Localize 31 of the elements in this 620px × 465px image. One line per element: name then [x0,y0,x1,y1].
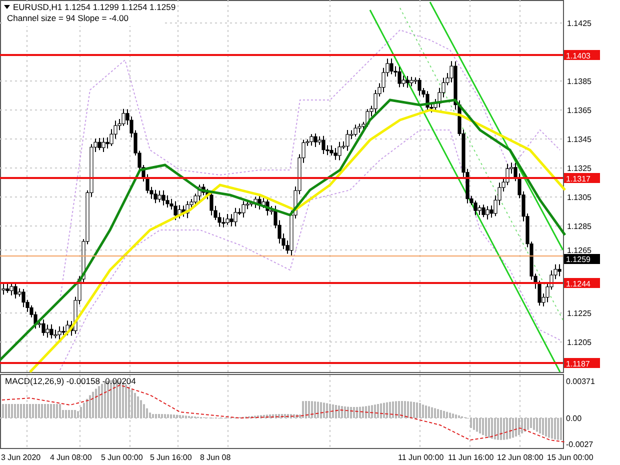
level-label: 1.1403 [564,50,600,60]
price-tick: 1.1205 [567,338,592,347]
time-label: 5 Jun 16:00 [150,453,192,462]
price-tick: 1.1265 [567,246,592,255]
level-label: 1.1244 [564,278,600,288]
current-price-label: 1.1259 [564,254,600,264]
price-tick: 1.1345 [567,135,592,144]
price-tick: 1.1425 [567,19,592,28]
dropdown-triangle-icon [4,5,10,9]
macd-tick: -0.0027 [566,440,594,449]
time-label: 11 Jun 16:00 [448,453,494,462]
time-label: 5 Jun 00:00 [101,453,143,462]
price-tick: 1.1285 [567,222,592,231]
price-tick: 1.1305 [567,193,592,202]
price-tick: 1.1365 [567,106,592,115]
time-label: 15 Jun 00:00 [547,453,594,462]
time-label: 8 Jun 08 [200,453,231,462]
price-tick: 1.1385 [567,77,592,86]
price-tick: 1.1325 [567,164,592,173]
macd-tick: 0.00371 [566,377,595,386]
indicator-label: Channel size = 94 Slope = -4.00 [7,13,128,23]
price-tick: 1.1225 [567,309,592,318]
level-label: 1.1317 [564,173,600,184]
chart-title: EURUSD,H1 1.1254 1.1299 1.1254 1.1259 [13,2,176,12]
macd-tick: 0.00 [566,414,582,423]
time-label: 11 Jun 00:00 [398,453,444,462]
level-label: 1.1187 [564,358,600,368]
time-label: 12 Jun 08:00 [497,453,544,462]
time-label: 3 Jun 2020 [1,453,41,462]
macd-title: MACD(12,26,9) -0.00158 -0.00204 [5,376,136,386]
time-label: 4 Jun 08:00 [50,453,92,462]
